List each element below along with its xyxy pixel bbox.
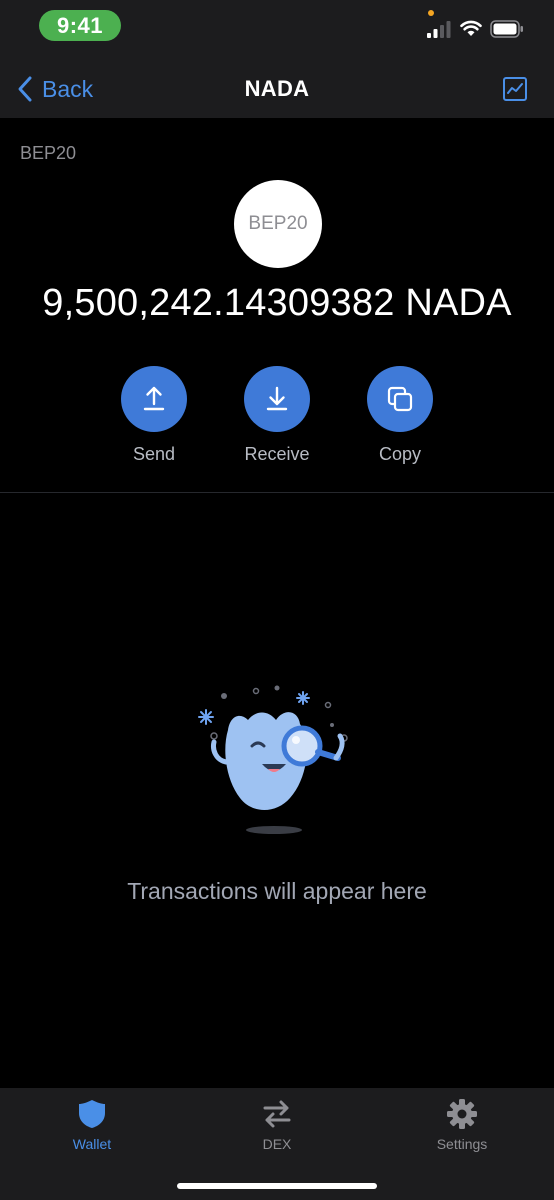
- empty-state-message: Transactions will appear here: [127, 878, 427, 904]
- token-balance: 9,500,242.14309382 NADA: [42, 282, 512, 324]
- page-title: NADA: [244, 76, 310, 101]
- privacy-indicator-dot: [428, 10, 434, 16]
- shield-icon: [79, 1100, 105, 1128]
- navigation-bar: Back NADA: [0, 60, 554, 118]
- copy-circle: [367, 366, 433, 432]
- receive-label: Receive: [244, 444, 310, 464]
- section-divider: [0, 492, 554, 493]
- copy-button[interactable]: Copy: [355, 366, 445, 465]
- home-indicator[interactable]: [177, 1183, 377, 1189]
- cellular-signal-icon: [427, 21, 451, 38]
- status-time: 9:41: [39, 10, 121, 41]
- copy-label: Copy: [378, 444, 422, 464]
- upload-icon: [143, 386, 165, 411]
- send-circle: [121, 366, 187, 432]
- tab-dex-label: DEX: [262, 1136, 292, 1152]
- receive-button[interactable]: Receive: [232, 366, 322, 465]
- tab-wallet-label: Wallet: [72, 1136, 112, 1152]
- wifi-icon: [460, 20, 482, 36]
- token-logo-text: BEP20: [248, 213, 308, 234]
- magnifier-mascot-illustration: [198, 685, 348, 834]
- copy-icon: [387, 386, 413, 412]
- price-chart-icon[interactable]: [503, 77, 527, 101]
- gear-icon: [447, 1099, 477, 1129]
- tab-settings[interactable]: Settings: [402, 1098, 522, 1152]
- send-button[interactable]: Send: [109, 366, 199, 465]
- download-icon: [266, 386, 288, 411]
- token-logo: BEP20: [234, 180, 322, 268]
- send-label: Send: [132, 444, 176, 464]
- tab-wallet[interactable]: Wallet: [32, 1098, 152, 1152]
- status-bar: 9:41: [0, 0, 554, 60]
- tab-settings-label: Settings: [436, 1136, 488, 1152]
- network-label: BEP20: [20, 143, 77, 163]
- battery-icon: [490, 20, 523, 38]
- swap-arrows-icon: [263, 1100, 291, 1128]
- tab-dex[interactable]: DEX: [217, 1098, 337, 1152]
- action-buttons: Send Receive Copy: [0, 366, 554, 466]
- receive-circle: [244, 366, 310, 432]
